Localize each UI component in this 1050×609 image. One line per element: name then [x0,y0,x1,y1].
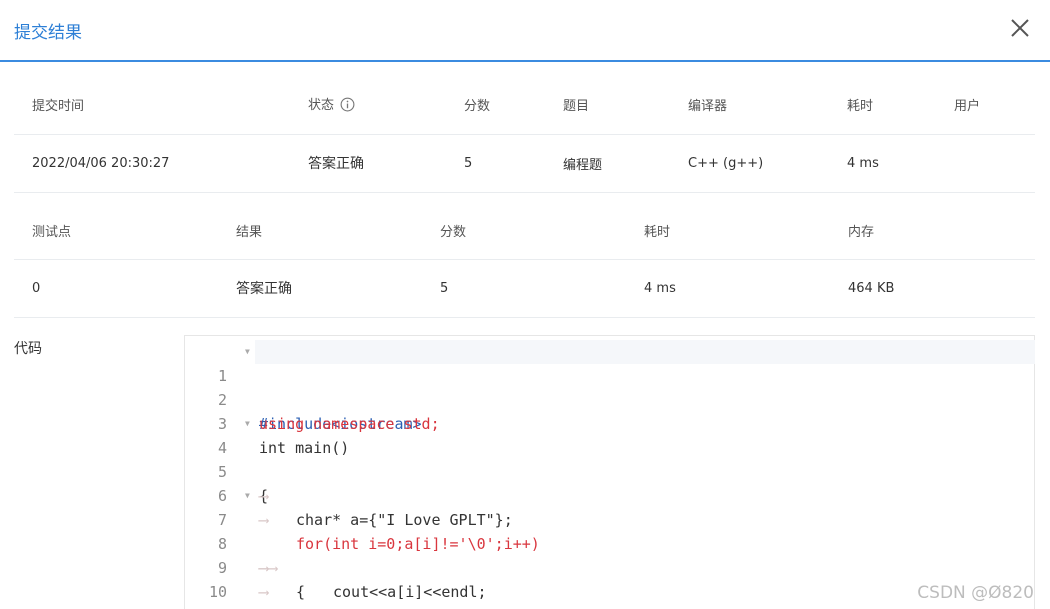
header-submit-time: 提交时间 [14,76,290,135]
submit-time-value: 2022/04/06 20:30:27 [14,134,290,193]
compiler-value: C++ (g++) [670,134,829,193]
user-value [936,134,1035,193]
test-case-id: 0 [14,259,218,318]
header-compiler: 编译器 [670,76,829,135]
table-row: 2022/04/06 20:30:27 答案正确 5 编程题 C++ (g++)… [14,134,1035,193]
code-text: { [296,583,306,601]
submission-summary-table: 提交时间 状态 分数 题目 编译器 耗时 用户 2022/04/06 20:30… [14,76,1035,193]
header-time: 耗时 [626,202,830,260]
score-value: 5 [446,134,545,193]
code-text: } [296,604,305,609]
header-status-label: 状态 [308,97,335,113]
code-editor[interactable]: 1 ▼ #include<iostream> 2 using namespace… [184,335,1035,609]
header-time: 耗时 [829,76,936,135]
time-value: 4 ms [626,259,830,318]
status-value: 答案正确 [290,134,446,193]
table-row: 0 答案正确 5 4 ms 464 KB [14,259,1035,318]
header-memory: 内存 [830,202,1035,260]
test-cases-table: 测试点 结果 分数 耗时 内存 0 答案正确 5 4 ms 464 KB [14,202,1035,318]
code-line: 5 ⟶ char* a={"I Love GPLT"}; [185,436,1035,529]
fold-arrow-icon[interactable]: ▼ [245,412,250,436]
line-number: 10 [208,583,227,601]
header-score: 分数 [446,76,545,135]
code-line: 7 ▼ ⟶ { [185,484,1035,601]
dialog-title: 提交结果 [14,23,82,43]
problem-value[interactable]: 编程题 [545,134,670,193]
dialog-header: 提交结果 [0,0,1050,62]
score-value: 5 [422,259,626,318]
header-user: 用户 [936,76,1035,135]
code-text: } [259,604,268,609]
time-value: 4 ms [829,134,936,193]
result-value: 答案正确 [218,259,422,318]
code-line: 10 } [185,556,1035,609]
header-problem: 题目 [545,76,670,135]
code-label: 代码 [14,341,42,357]
code-line: 9 ⟶ } [185,532,1035,609]
table-header-row: 测试点 结果 分数 耗时 内存 [14,202,1035,260]
fold-arrow-icon[interactable]: ▼ [245,484,250,508]
code-line: 2 using namespace std; [185,364,1035,433]
code-line: 3 int main() [185,388,1035,457]
fold-arrow-icon[interactable]: ▼ [245,340,250,364]
code-line: 6 ⟶ for(int i=0;a[i]!='\0';i++) [185,460,1035,553]
indent-arrow: ⟶ [259,583,269,601]
code-line: 8 ⟶⟶ cout<<a[i]<<endl; [185,508,1035,601]
watermark: CSDN @Ø820 [917,583,1034,603]
code-line: 4 ▼ { [185,412,1035,505]
table-header-row: 提交时间 状态 分数 题目 编译器 耗时 用户 [14,76,1035,135]
header-test-case: 测试点 [14,202,218,260]
header-status: 状态 [290,76,446,135]
header-score: 分数 [422,202,626,260]
close-icon[interactable] [1008,16,1032,40]
info-icon[interactable] [340,97,355,116]
memory-value: 464 KB [830,259,1035,318]
header-result: 结果 [218,202,422,260]
code-text: cout<<a[i]<<endl; [333,583,487,601]
code-line: 1 ▼ #include<iostream> [185,340,1035,433]
